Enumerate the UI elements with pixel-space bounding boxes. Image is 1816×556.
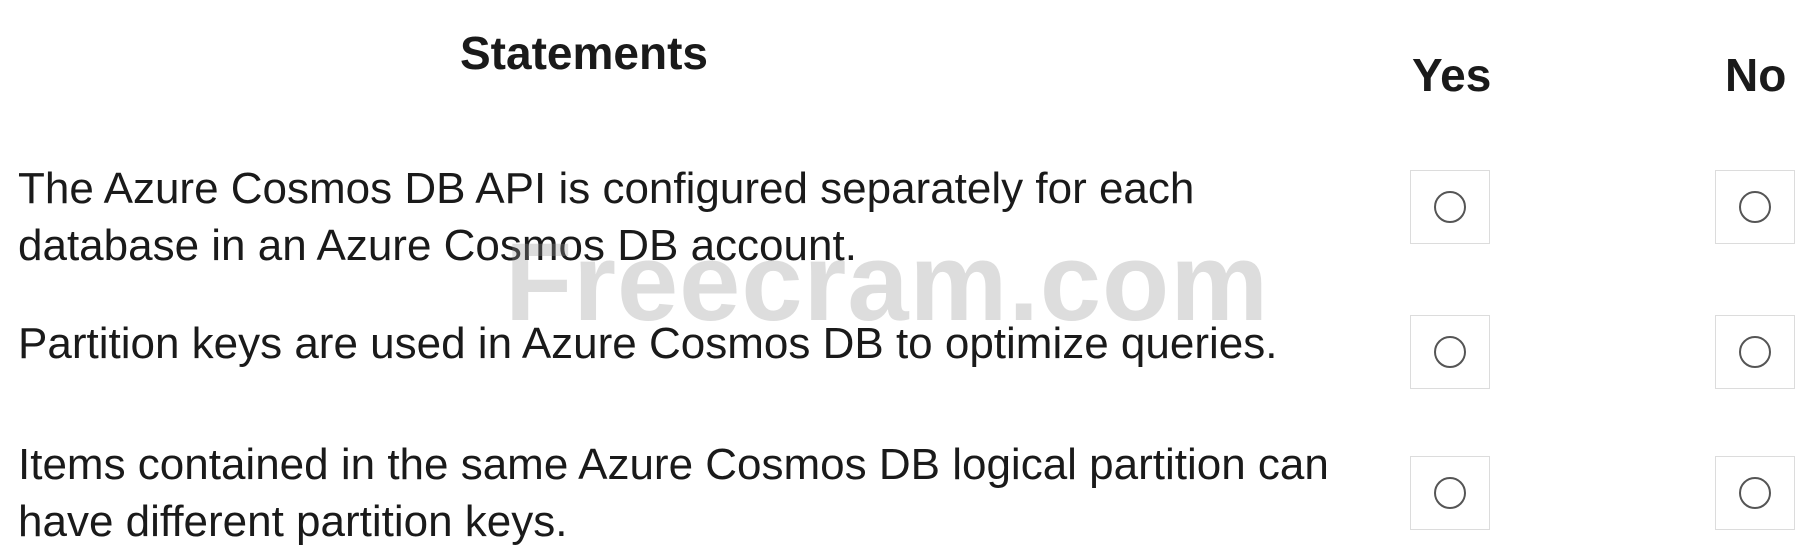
radio-circle-icon[interactable] [1739, 191, 1771, 223]
statements-header: Statements [460, 27, 708, 79]
statement-2-text: Partition keys are used in Azure Cosmos … [18, 319, 1278, 368]
statement-3-no-option[interactable] [1715, 456, 1795, 530]
statement-2-no-option[interactable] [1715, 315, 1795, 389]
radio-circle-icon[interactable] [1434, 477, 1466, 509]
statement-1-yes-option[interactable] [1410, 170, 1490, 244]
statement-2-yes-option[interactable] [1410, 315, 1490, 389]
statement-3-text: Items contained in the same Azure Cosmos… [18, 440, 1329, 546]
statement-3-yes-option[interactable] [1410, 456, 1490, 530]
statement-1-no-option[interactable] [1715, 170, 1795, 244]
radio-circle-icon[interactable] [1434, 191, 1466, 223]
radio-circle-icon[interactable] [1739, 336, 1771, 368]
no-header: No [1725, 49, 1787, 101]
statement-1-text: The Azure Cosmos DB API is configured se… [18, 164, 1195, 270]
radio-circle-icon[interactable] [1434, 336, 1466, 368]
radio-circle-icon[interactable] [1739, 477, 1771, 509]
yes-header: Yes [1412, 49, 1492, 101]
